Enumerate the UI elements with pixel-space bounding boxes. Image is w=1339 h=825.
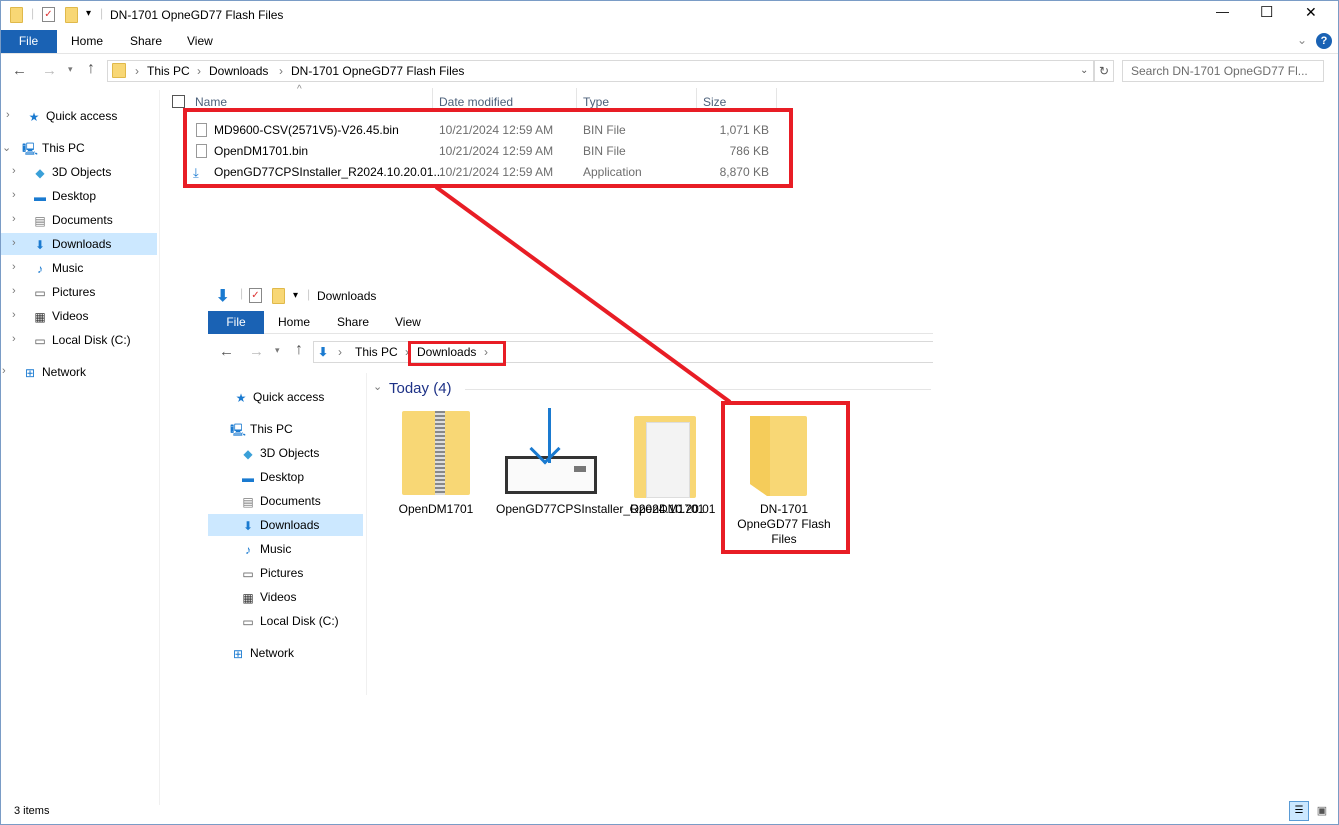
status-item-count: 3 items (14, 805, 50, 817)
large-icons-view-button[interactable]: ▣ (1312, 801, 1332, 821)
details-view-button[interactable]: ☰ (1289, 801, 1309, 821)
connector-line (434, 185, 732, 404)
